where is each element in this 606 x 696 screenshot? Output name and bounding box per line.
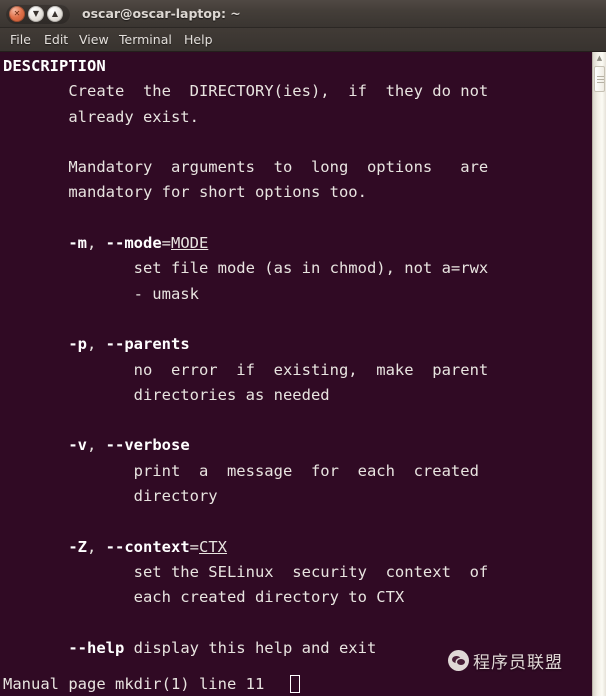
terminal-text: set file mode (as in chmod), not a=rwx xyxy=(3,259,489,278)
menu-item-terminal[interactable]: Terminal xyxy=(113,28,178,52)
maximize-button[interactable]: ▲ xyxy=(47,6,63,22)
man-page-content: DESCRIPTION Create the DIRECTORY(ies), i… xyxy=(0,52,488,672)
chevron-down-icon: ▼ xyxy=(32,9,40,18)
pager-status-bar: Manual page mkdir(1) line 11 xyxy=(0,672,592,696)
scroll-up-arrow-icon[interactable]: ▲ xyxy=(593,52,606,65)
terminal-line: Mandatory arguments to long options are xyxy=(0,155,488,180)
terminal-text: already exist. xyxy=(3,107,199,126)
terminal-text: = xyxy=(189,537,200,556)
menubar: File Edit View Terminal Help xyxy=(0,28,606,52)
terminal-text: --mode xyxy=(105,234,162,253)
terminal-line: DESCRIPTION xyxy=(0,54,488,79)
terminal-text: each created directory to CTX xyxy=(3,588,405,607)
terminal-line: each created directory to CTX xyxy=(0,585,488,610)
terminal-line: --help display this help and exit xyxy=(0,636,488,661)
terminal-line: -p, --parents xyxy=(0,332,488,357)
close-button[interactable]: ✕ xyxy=(9,6,25,22)
terminal-text: mandatory for short options too. xyxy=(3,183,367,202)
scrollbar-thumb[interactable] xyxy=(594,66,605,92)
terminal-text: , xyxy=(87,335,106,354)
terminal-text: -p xyxy=(68,335,87,354)
terminal-text: DESCRIPTION xyxy=(3,57,106,75)
scrollbar-grip-line xyxy=(597,82,604,83)
terminal-line: print a message for each created xyxy=(0,459,488,484)
terminal-line: no error if existing, make parent xyxy=(0,358,489,383)
terminal-text: --verbose xyxy=(105,436,190,455)
terminal-text: --help xyxy=(68,638,125,657)
terminal-text: , xyxy=(87,234,106,253)
terminal-line: directories as needed xyxy=(0,383,488,408)
terminal-line: mandatory for short options too. xyxy=(0,180,488,205)
terminal-line: directory xyxy=(0,484,488,509)
menu-item-view[interactable]: View xyxy=(73,28,115,52)
terminal-text: no error if existing, make parent xyxy=(3,360,489,379)
window-title: oscar@oscar-laptop: ~ xyxy=(82,6,241,21)
terminal-line: set the SELinux security context of xyxy=(0,560,489,585)
terminal-text: -m xyxy=(68,234,87,253)
vertical-scrollbar[interactable]: ▲ xyxy=(592,52,606,696)
terminal-text: = xyxy=(161,234,172,253)
terminal-text: display this help and exit xyxy=(124,638,377,657)
terminal-text: --parents xyxy=(105,335,190,354)
terminal-text: directory xyxy=(3,487,218,506)
terminal-text: , xyxy=(87,537,106,556)
terminal-line: -m, --mode=MODE xyxy=(0,231,488,256)
menu-item-edit[interactable]: Edit xyxy=(38,28,74,52)
terminal-line: Create the DIRECTORY(ies), if they do no… xyxy=(0,79,488,104)
chevron-up-icon: ▲ xyxy=(51,9,59,18)
terminal-text: set the SELinux security context of xyxy=(3,562,489,581)
terminal-screen[interactable]: DESCRIPTION Create the DIRECTORY(ies), i… xyxy=(0,52,592,672)
terminal-text: , xyxy=(87,436,106,455)
terminal-text: directories as needed xyxy=(3,385,330,404)
window-controls: ✕ ▼ ▲ xyxy=(6,4,70,24)
menu-item-help[interactable]: Help xyxy=(178,28,219,52)
minimize-button[interactable]: ▼ xyxy=(28,6,44,22)
terminal-window: ✕ ▼ ▲ oscar@oscar-laptop: ~ File Edit Vi… xyxy=(0,0,606,696)
terminal-line: - umask xyxy=(0,282,488,307)
terminal-text: print a message for each created xyxy=(3,461,479,480)
terminal-text: --context xyxy=(105,537,190,556)
terminal-line: set file mode (as in chmod), not a=rwx xyxy=(0,256,489,281)
terminal-line: -v, --verbose xyxy=(0,433,488,458)
window-titlebar[interactable]: ✕ ▼ ▲ oscar@oscar-laptop: ~ xyxy=(0,0,606,28)
terminal-text: Create the DIRECTORY(ies), if they do no… xyxy=(3,82,489,101)
terminal-text: MODE xyxy=(171,234,209,253)
text-cursor xyxy=(290,675,300,693)
menu-item-file[interactable]: File xyxy=(4,28,37,52)
terminal-text: -v xyxy=(68,436,87,455)
terminal-line: already exist. xyxy=(0,105,488,130)
terminal-text: CTX xyxy=(199,537,228,556)
scrollbar-grip-line xyxy=(597,79,604,80)
pager-status-text: Manual page mkdir(1) line 11 xyxy=(3,675,265,693)
close-icon: ✕ xyxy=(13,9,21,18)
terminal-text: - umask xyxy=(3,284,199,303)
terminal-text: Mandatory arguments to long options are xyxy=(3,158,489,177)
scrollbar-grip-line xyxy=(597,76,604,77)
terminal-text: -Z xyxy=(68,537,87,556)
terminal-line: -Z, --context=CTX xyxy=(0,535,488,560)
